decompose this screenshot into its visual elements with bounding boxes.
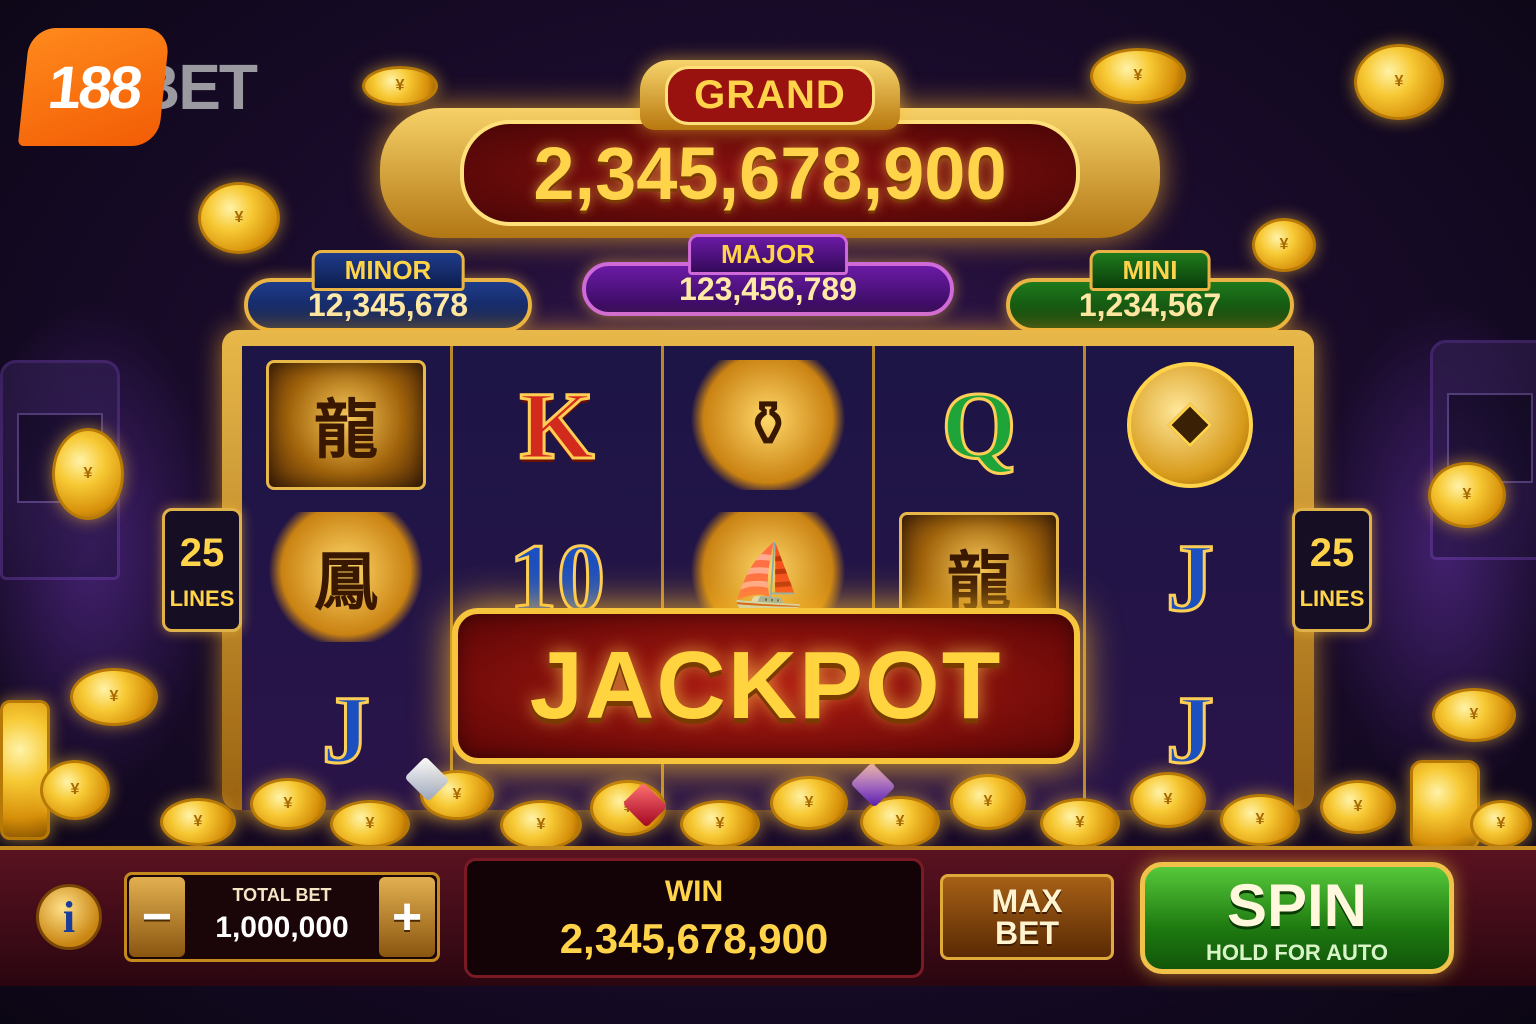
paylines-right-badge: 25 LINES	[1292, 508, 1372, 632]
jackpot-banner-text: JACKPOT	[529, 632, 1003, 739]
gold-coin-icon: ¥	[1130, 772, 1206, 828]
minor-jackpot-value: 12,345,678	[307, 286, 469, 323]
minor-jackpot: 12,345,678 MINOR	[244, 250, 532, 340]
gold-coin-icon: ¥	[1090, 48, 1186, 104]
win-value: 2,345,678,900	[559, 915, 829, 962]
decrease-bet-button[interactable]: −	[129, 877, 185, 957]
gold-coin-icon: ¥	[500, 800, 582, 850]
reel-5: J J	[1086, 346, 1294, 810]
gold-coin-icon: ¥	[52, 428, 124, 520]
pot-of-gold-symbol-icon: ⚱	[688, 360, 848, 490]
gold-coin-icon	[0, 700, 50, 840]
gold-coin-icon: ¥	[40, 760, 110, 820]
paylines-label: LINES	[1299, 586, 1365, 611]
logo-badge: 188	[17, 28, 171, 146]
gold-coin-icon: ¥	[1470, 800, 1532, 848]
gold-coin-icon: ¥	[1320, 780, 1396, 834]
spin-hold-hint: HOLD FOR AUTO	[1205, 940, 1389, 965]
total-bet-value: 1,000,000	[215, 911, 349, 944]
grand-jackpot-label: GRAND	[665, 65, 875, 125]
dragon-symbol-icon: 龍	[266, 360, 426, 490]
reel-1: 龍 鳳 J	[242, 346, 453, 810]
mini-jackpot-label: MINI	[1089, 250, 1211, 291]
grand-jackpot-panel: 2,345,678,900	[460, 120, 1080, 226]
background-slot-machine	[1430, 340, 1536, 560]
spin-button[interactable]: SPIN HOLD FOR AUTO	[1140, 862, 1454, 974]
control-bar: i − TOTAL BET 1,000,000 + WIN 2,345,678,…	[0, 846, 1536, 986]
card-symbol: K	[518, 370, 596, 480]
paylines-count: 25	[179, 531, 225, 575]
gold-coin-icon: ¥	[1220, 794, 1300, 846]
minor-jackpot-label: MINOR	[311, 250, 465, 291]
logo-number: 188	[44, 53, 144, 121]
gold-coin-icon: ¥	[1428, 462, 1506, 528]
grand-jackpot-value: 2,345,678,900	[533, 131, 1007, 215]
info-icon: i	[62, 892, 76, 942]
win-display: WIN 2,345,678,900	[464, 858, 924, 978]
grand-jackpot-header: GRAND	[640, 60, 900, 130]
info-button[interactable]: i	[36, 884, 102, 950]
mini-jackpot-value: 1,234,567	[1078, 286, 1222, 323]
jackpot-win-banner: JACKPOT	[452, 608, 1080, 764]
total-bet-label: TOTAL BET	[232, 885, 332, 905]
gold-coin-icon: ¥	[250, 778, 326, 830]
major-jackpot-value: 123,456,789	[679, 270, 857, 307]
gold-coin-icon: ¥	[70, 668, 158, 726]
coin-symbol-icon	[1110, 360, 1270, 490]
paylines-count: 25	[1309, 531, 1355, 575]
phoenix-symbol-icon: 鳳	[266, 512, 426, 642]
brand-logo: 188 BET	[17, 28, 258, 146]
major-jackpot: 123,456,789 MAJOR	[582, 234, 954, 324]
gold-coin-icon: ¥	[1040, 798, 1120, 848]
gold-coin-icon: ¥	[330, 800, 410, 848]
win-label: WIN	[664, 875, 724, 908]
mini-jackpot: 1,234,567 MINI	[1006, 250, 1294, 340]
gold-coin-icon: ¥	[1432, 688, 1516, 742]
gold-coin-icon: ¥	[362, 66, 438, 106]
gold-coin-icon: ¥	[160, 798, 236, 846]
paylines-label: LINES	[169, 586, 235, 611]
gold-coin-icon: ¥	[950, 774, 1026, 830]
card-symbol: Q	[940, 370, 1018, 480]
gold-coin-icon: ¥	[770, 776, 848, 830]
spin-label: SPIN	[1226, 872, 1368, 939]
card-symbol: J	[1165, 522, 1216, 632]
max-bet-label-line2: BET	[995, 915, 1059, 951]
gold-coin-icon: ¥	[198, 182, 280, 254]
gold-coin-icon	[1410, 760, 1480, 850]
gold-coin-icon: ¥	[1354, 44, 1444, 120]
max-bet-label-line1: MAX	[991, 883, 1063, 919]
paylines-left-badge: 25 LINES	[162, 508, 242, 632]
gold-coin-icon: ¥	[680, 800, 760, 848]
major-jackpot-label: MAJOR	[688, 234, 848, 275]
max-bet-button[interactable]: MAX BET	[940, 874, 1114, 960]
total-bet-control: − TOTAL BET 1,000,000 +	[124, 872, 440, 962]
increase-bet-button[interactable]: +	[379, 877, 435, 957]
